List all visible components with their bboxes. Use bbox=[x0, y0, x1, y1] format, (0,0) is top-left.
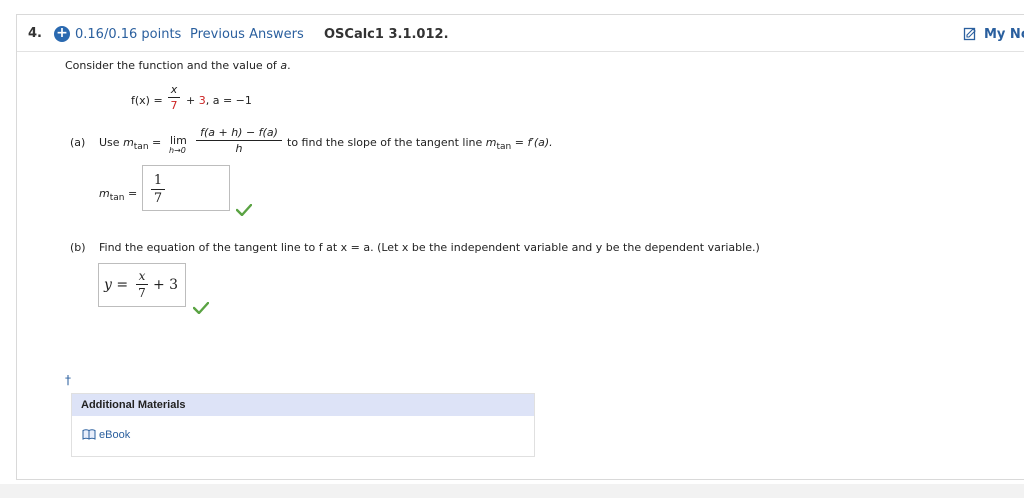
part-a-label: (a) bbox=[70, 136, 86, 149]
answer-a-fraction: 1 7 bbox=[151, 173, 165, 206]
additional-materials-panel: Additional Materials eBook bbox=[71, 393, 535, 457]
function-rhs: + 3, a = −1 bbox=[186, 94, 252, 107]
additional-materials-title: Additional Materials bbox=[72, 394, 534, 416]
answer-a-label: mtan = bbox=[99, 187, 138, 203]
book-icon[interactable] bbox=[82, 429, 96, 440]
footnote-dagger[interactable]: † bbox=[65, 373, 71, 387]
answer-b-box[interactable]: y = x 7 + 3 bbox=[98, 263, 186, 307]
answer-a-box[interactable]: 1 7 bbox=[142, 165, 230, 211]
correct-check-icon bbox=[193, 302, 209, 314]
notes-icon[interactable] bbox=[963, 27, 977, 41]
points-label[interactable]: 0.16/0.16 points bbox=[75, 27, 181, 42]
function-lhs: f(x) = bbox=[131, 94, 163, 107]
question-card: 4. + 0.16/0.16 points Previous Answers O… bbox=[16, 14, 1024, 480]
page-bottom-strip bbox=[0, 484, 1024, 498]
function-fraction: x 7 bbox=[168, 83, 180, 112]
question-header: 4. + 0.16/0.16 points Previous Answers O… bbox=[17, 15, 1024, 52]
part-a-use: Use mtan = bbox=[99, 136, 162, 152]
my-notes-link[interactable]: My No bbox=[984, 27, 1024, 42]
previous-answers-link[interactable]: Previous Answers bbox=[190, 27, 304, 42]
part-b-label: (b) bbox=[70, 241, 86, 254]
question-number: 4. bbox=[28, 26, 42, 41]
problem-code: OSCalc1 3.1.012. bbox=[324, 27, 449, 42]
part-a-text: to find the slope of the tangent line mt… bbox=[287, 136, 553, 152]
answer-b-fraction: x 7 bbox=[136, 269, 148, 300]
ebook-link[interactable]: eBook bbox=[99, 429, 130, 441]
correct-check-icon bbox=[236, 204, 252, 216]
limit-subscript: h→0 bbox=[169, 146, 186, 155]
prompt-text: Consider the function and the value of a… bbox=[65, 59, 291, 72]
part-b-text: Find the equation of the tangent line to… bbox=[99, 241, 760, 254]
expand-plus-icon[interactable]: + bbox=[54, 26, 70, 42]
difference-quotient: f(a + h) − f(a) h bbox=[196, 126, 282, 155]
